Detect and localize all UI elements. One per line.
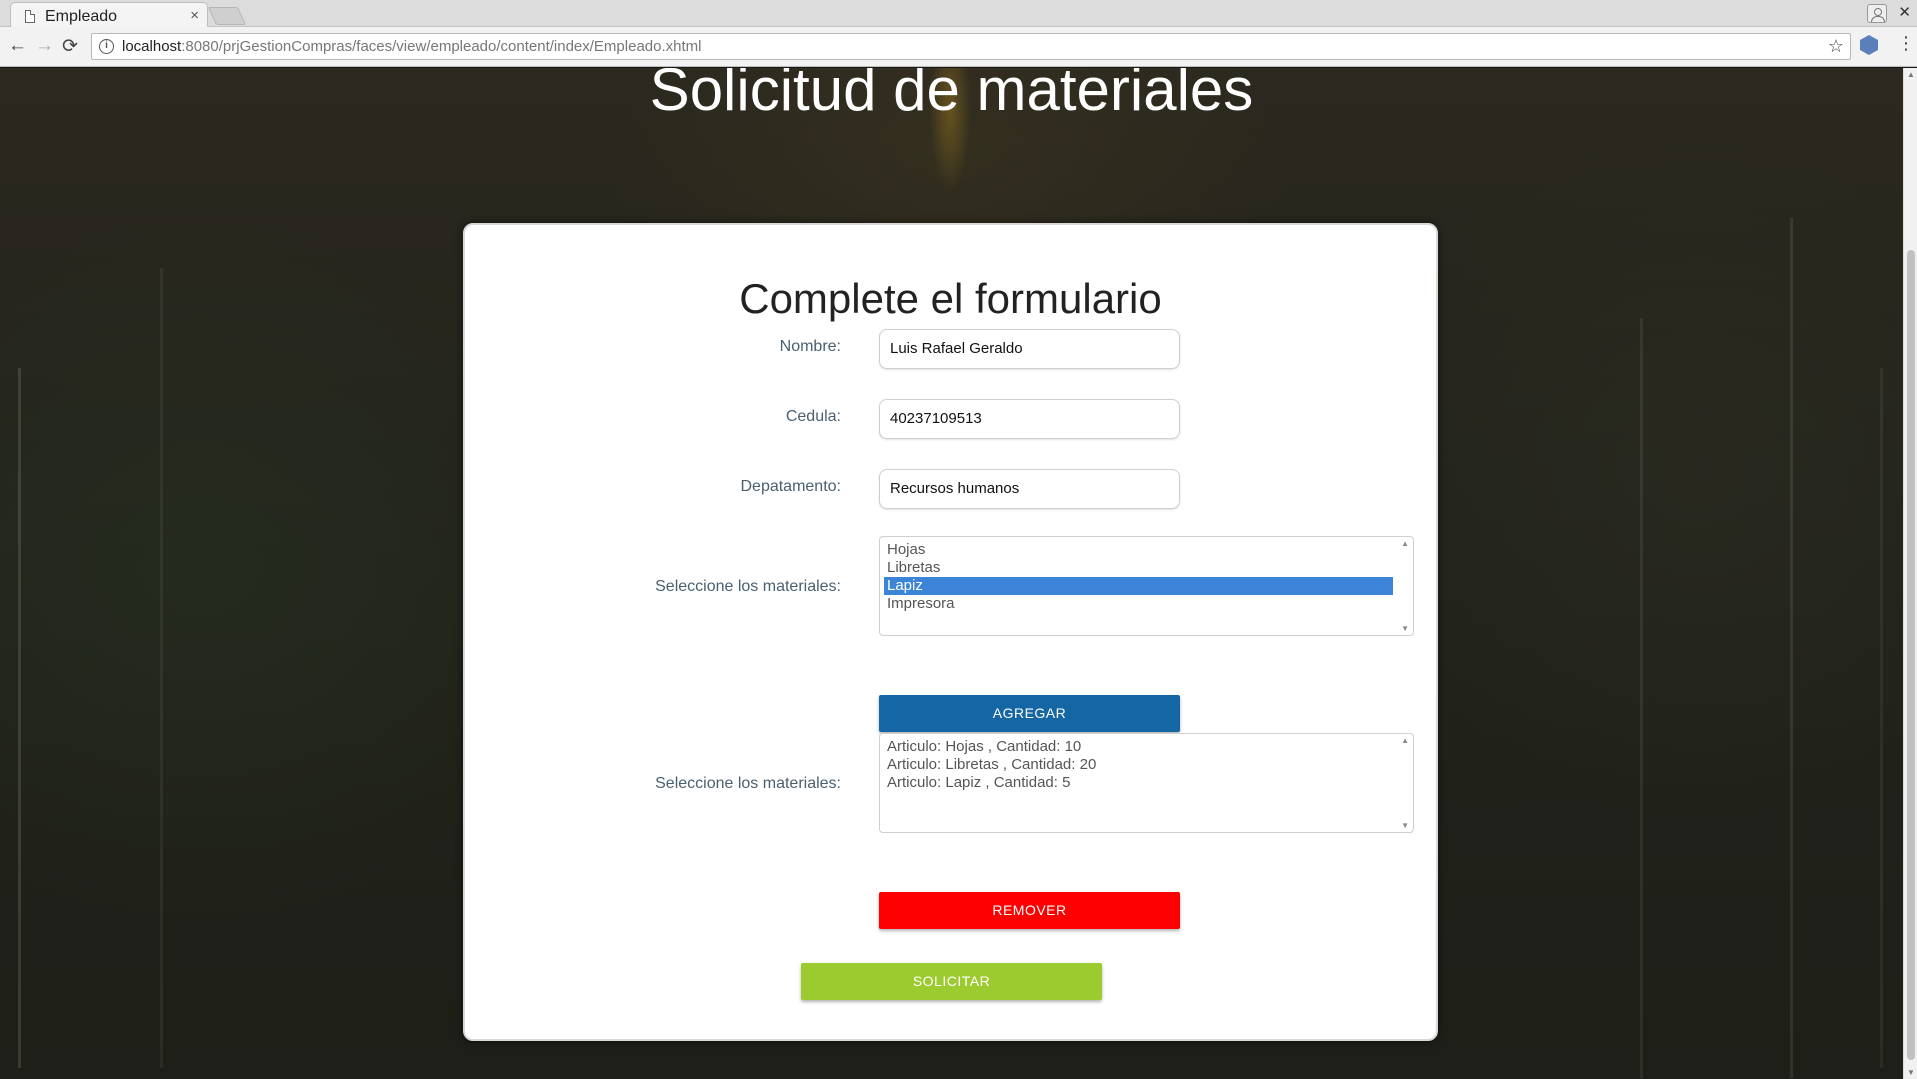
browser-tab[interactable]: Empleado ×	[10, 2, 208, 29]
departamento-label: Depatamento:	[740, 478, 841, 495]
background-tree	[18, 368, 21, 1068]
scroll-up-arrow-icon[interactable]: ▲	[1907, 70, 1915, 79]
scroll-down-arrow-icon[interactable]: ▼	[1401, 624, 1409, 633]
tab-close-icon[interactable]: ×	[190, 7, 199, 24]
materiales-label: Seleccione los materiales:	[655, 578, 841, 595]
cedula-label: Cedula:	[785, 408, 841, 425]
seleccionado-item[interactable]: Articulo: Hojas , Cantidad: 10	[884, 738, 1393, 756]
tab-title: Empleado	[45, 8, 118, 25]
url-host: localhost	[122, 38, 182, 55]
url-text: localhost:8080/prjGestionCompras/faces/v…	[122, 38, 701, 55]
materiales-option[interactable]: Hojas	[884, 541, 1393, 559]
page-icon	[25, 10, 35, 23]
materiales-option-selected[interactable]: Lapiz	[884, 577, 1393, 595]
browser-menu-icon[interactable]: ⋮	[1897, 33, 1915, 54]
form-card: Complete el formulario Nombre: Luis Rafa…	[463, 223, 1438, 1041]
seleccionados-label: Seleccione los materiales:	[655, 775, 841, 792]
seleccionado-item[interactable]: Articulo: Lapiz , Cantidad: 5	[884, 774, 1393, 792]
page-title: Solicitud de materiales	[649, 68, 1254, 123]
scroll-up-arrow-icon[interactable]: ▲	[1401, 736, 1409, 745]
seleccionados-listbox[interactable]: Articulo: Hojas , Cantidad: 10 Articulo:…	[879, 733, 1414, 833]
scrollbar-thumb[interactable]	[1907, 250, 1915, 1060]
materiales-listbox[interactable]: Hojas Libretas Lapiz Impresora ▲ ▼	[879, 536, 1414, 636]
info-icon[interactable]: i	[99, 39, 114, 54]
background-tree	[1790, 218, 1793, 1078]
seleccionado-item[interactable]: Articulo: Libretas , Cantidad: 20	[884, 756, 1393, 774]
background-tree	[1880, 368, 1883, 1068]
remover-button[interactable]: REMOVER	[879, 892, 1180, 929]
materiales-option[interactable]: Libretas	[884, 559, 1393, 577]
url-path: :8080/prjGestionCompras/faces/view/emple…	[181, 38, 702, 55]
page-scrollbar[interactable]: ▲ ▼	[1903, 68, 1917, 1079]
nombre-input[interactable]: Luis Rafael Geraldo	[879, 329, 1180, 369]
reload-icon[interactable]: ⟳	[62, 35, 78, 58]
departamento-input[interactable]: Recursos humanos	[879, 469, 1180, 509]
materiales-option[interactable]: Impresora	[884, 595, 1393, 613]
nombre-label: Nombre:	[779, 338, 841, 355]
back-icon[interactable]: ←	[8, 35, 27, 57]
scroll-down-arrow-icon[interactable]: ▼	[1401, 821, 1409, 830]
close-window-icon[interactable]: ✕	[1898, 3, 1911, 21]
address-bar[interactable]: i localhost:8080/prjGestionCompras/faces…	[91, 33, 1851, 60]
new-tab-button[interactable]	[207, 7, 247, 25]
form-title: Complete el formulario	[739, 275, 1162, 322]
scroll-up-arrow-icon[interactable]: ▲	[1401, 539, 1409, 548]
agregar-button[interactable]: AGREGAR	[879, 695, 1180, 732]
browser-toolbar: ← → ⟳ i localhost:8080/prjGestionCompras…	[0, 27, 1917, 67]
profile-icon[interactable]	[1867, 4, 1887, 23]
background-tree	[1640, 318, 1643, 1078]
browser-tab-bar: Empleado × ✕	[0, 0, 1917, 29]
scroll-down-arrow-icon[interactable]: ▼	[1907, 1068, 1915, 1077]
cedula-input[interactable]: 40237109513	[879, 399, 1180, 439]
page-viewport: Solicitud de materiales Complete el form…	[0, 68, 1917, 1079]
solicitar-button[interactable]: SOLICITAR	[801, 963, 1102, 1000]
extension-icon[interactable]	[1860, 35, 1878, 55]
background-tree	[160, 268, 163, 1068]
forward-icon[interactable]: →	[35, 35, 54, 57]
bookmark-star-icon[interactable]: ☆	[1828, 36, 1844, 57]
